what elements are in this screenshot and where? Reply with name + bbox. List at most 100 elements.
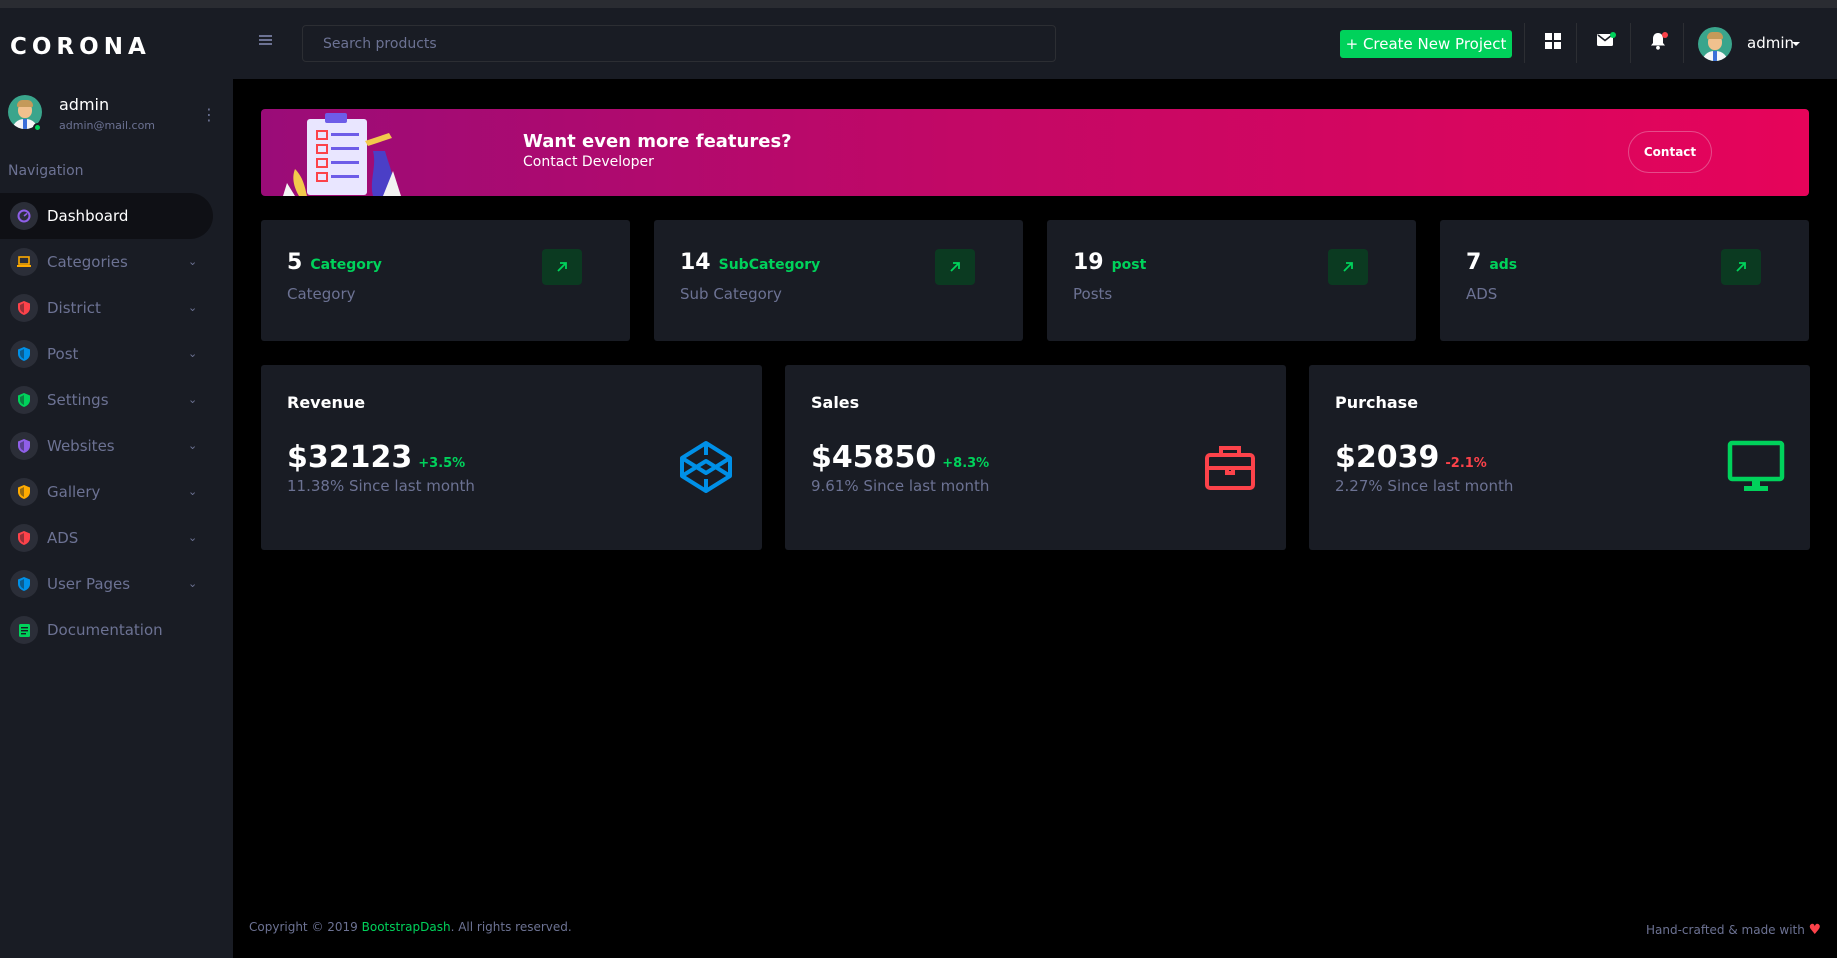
sidebar-item-user-pages[interactable]: User Pages ⌄ — [0, 561, 233, 607]
revenue-card: Revenue $32123 +3.5% 11.38% Since last mo… — [261, 365, 762, 550]
card-delta: +8.3% — [942, 456, 990, 471]
sidebar-item-label: Settings — [47, 391, 109, 409]
card-value: $32123 — [287, 440, 413, 475]
stat-card-category: 5 Category Category — [261, 220, 630, 341]
card-value-row: $45850 +8.3% — [811, 440, 989, 475]
topbar: + Create New Project admin — [233, 8, 1837, 79]
card-title: Purchase — [1335, 393, 1419, 412]
sidebar-item-label: Gallery — [47, 483, 101, 501]
notification-badge-dot — [1662, 32, 1668, 38]
create-project-button[interactable]: + Create New Project — [1340, 30, 1512, 58]
card-delta: +3.5% — [418, 456, 466, 471]
stat-value: 5 — [287, 250, 303, 275]
chevron-down-icon: ⌄ — [188, 393, 198, 406]
card-since: 9.61% Since last month — [811, 477, 990, 495]
stat-number: 7 ads — [1466, 250, 1517, 275]
profile-name: admin — [59, 95, 110, 114]
footer-copyright: Copyright © 2019 BootstrapDash. All righ… — [249, 920, 572, 934]
arrow-top-right-icon[interactable] — [1721, 249, 1761, 285]
stat-number: 5 Category — [287, 250, 382, 275]
sidebar-item-district[interactable]: District ⌄ — [0, 285, 233, 331]
stat-tag: SubCategory — [718, 257, 821, 273]
copyright-prefix: Copyright © 2019 — [249, 920, 362, 934]
speedometer-icon — [10, 202, 38, 230]
stat-value: 14 — [680, 250, 711, 275]
stat-number: 19 post — [1073, 250, 1146, 275]
mail-badge-dot — [1610, 32, 1616, 38]
stat-label: Posts — [1073, 285, 1113, 303]
sidebar-profile[interactable]: admin admin@mail.com ⋮ — [8, 91, 228, 137]
grid-icon[interactable] — [1544, 32, 1566, 54]
stat-card-ads: 7 ads ADS — [1440, 220, 1809, 341]
sidebar-item-label: Websites — [47, 437, 115, 455]
codepen-icon — [679, 440, 733, 494]
purchase-card: Purchase $2039 -2.1% 2.27% Since last mon… — [1309, 365, 1810, 550]
security-icon — [10, 478, 38, 506]
sidebar-item-websites[interactable]: Websites ⌄ — [0, 423, 233, 469]
banner-title: Want even more features? — [523, 131, 792, 152]
topbar-username[interactable]: admin — [1747, 34, 1794, 52]
chevron-down-icon: ⌄ — [188, 439, 198, 452]
brand-logo[interactable]: CORONA — [10, 34, 151, 60]
chevron-down-icon: ⌄ — [188, 485, 198, 498]
arrow-top-right-icon[interactable] — [542, 249, 582, 285]
promo-banner: Want even more features? Contact Develop… — [261, 109, 1809, 196]
stat-label: Sub Category — [680, 285, 782, 303]
heart-icon: ♥ — [1808, 922, 1822, 938]
window-top-strip — [0, 0, 1837, 8]
chevron-down-icon: ⌄ — [188, 301, 198, 314]
sales-card: Sales $45850 +8.3% 9.61% Since last month — [785, 365, 1286, 550]
menu-toggle-icon[interactable] — [259, 35, 273, 47]
stat-value: 19 — [1073, 250, 1104, 275]
sidebar-item-documentation[interactable]: Documentation — [0, 607, 233, 653]
security-icon — [10, 432, 38, 460]
banner-subtitle: Contact Developer — [523, 154, 654, 170]
chevron-down-icon: ⌄ — [188, 577, 198, 590]
topbar-divider — [1524, 23, 1525, 63]
security-icon — [10, 570, 38, 598]
sidebar-item-post[interactable]: Post ⌄ — [0, 331, 233, 377]
bell-icon[interactable] — [1650, 32, 1672, 54]
topbar-divider — [1630, 23, 1631, 63]
document-icon — [10, 616, 38, 644]
card-since: 2.27% Since last month — [1335, 477, 1514, 495]
sidebar-nav: Dashboard Categories ⌄ District ⌄ Post ⌄ — [0, 193, 233, 653]
card-value: $45850 — [811, 440, 937, 475]
sidebar-item-dashboard[interactable]: Dashboard — [0, 193, 213, 239]
stat-label: Category — [287, 285, 356, 303]
contact-button[interactable]: Contact — [1628, 131, 1712, 173]
sidebar-item-categories[interactable]: Categories ⌄ — [0, 239, 233, 285]
footer-link[interactable]: BootstrapDash — [362, 920, 451, 934]
sidebar-item-label: Post — [47, 345, 79, 363]
footer-credit-text: Hand-crafted & made with — [1646, 923, 1809, 937]
chevron-down-icon: ⌄ — [188, 347, 198, 360]
stat-tag: post — [1111, 257, 1147, 273]
stat-tag: ads — [1489, 257, 1518, 273]
sidebar-item-gallery[interactable]: Gallery ⌄ — [0, 469, 233, 515]
stat-tag: Category — [310, 257, 382, 273]
stat-value: 7 — [1466, 250, 1482, 275]
sidebar-item-label: Categories — [47, 253, 128, 271]
sidebar-item-settings[interactable]: Settings ⌄ — [0, 377, 233, 423]
monitor-icon — [1727, 440, 1785, 494]
sidebar-item-ads[interactable]: ADS ⌄ — [0, 515, 233, 561]
card-title: Revenue — [287, 393, 366, 412]
security-icon — [10, 524, 38, 552]
caret-down-icon[interactable] — [1792, 42, 1800, 46]
sidebar: CORONA admin admin@mail.com ⋮ Navigation… — [0, 8, 233, 958]
card-since: 11.38% Since last month — [287, 477, 475, 495]
card-delta: -2.1% — [1445, 456, 1487, 471]
search-input[interactable] — [303, 26, 1055, 61]
footer-credit: Hand-crafted & made with ♥ — [1646, 922, 1821, 938]
card-value-row: $2039 -2.1% — [1335, 440, 1487, 475]
topbar-divider — [1683, 23, 1684, 63]
profile-email: admin@mail.com — [59, 119, 156, 132]
sidebar-item-label: Dashboard — [47, 207, 129, 225]
profile-menu-icon[interactable]: ⋮ — [201, 107, 217, 123]
card-title: Sales — [811, 393, 860, 412]
topbar-avatar[interactable] — [1698, 27, 1732, 61]
arrow-top-right-icon[interactable] — [1328, 249, 1368, 285]
briefcase-icon — [1203, 440, 1257, 494]
card-value-row: $32123 +3.5% — [287, 440, 465, 475]
arrow-top-right-icon[interactable] — [935, 249, 975, 285]
